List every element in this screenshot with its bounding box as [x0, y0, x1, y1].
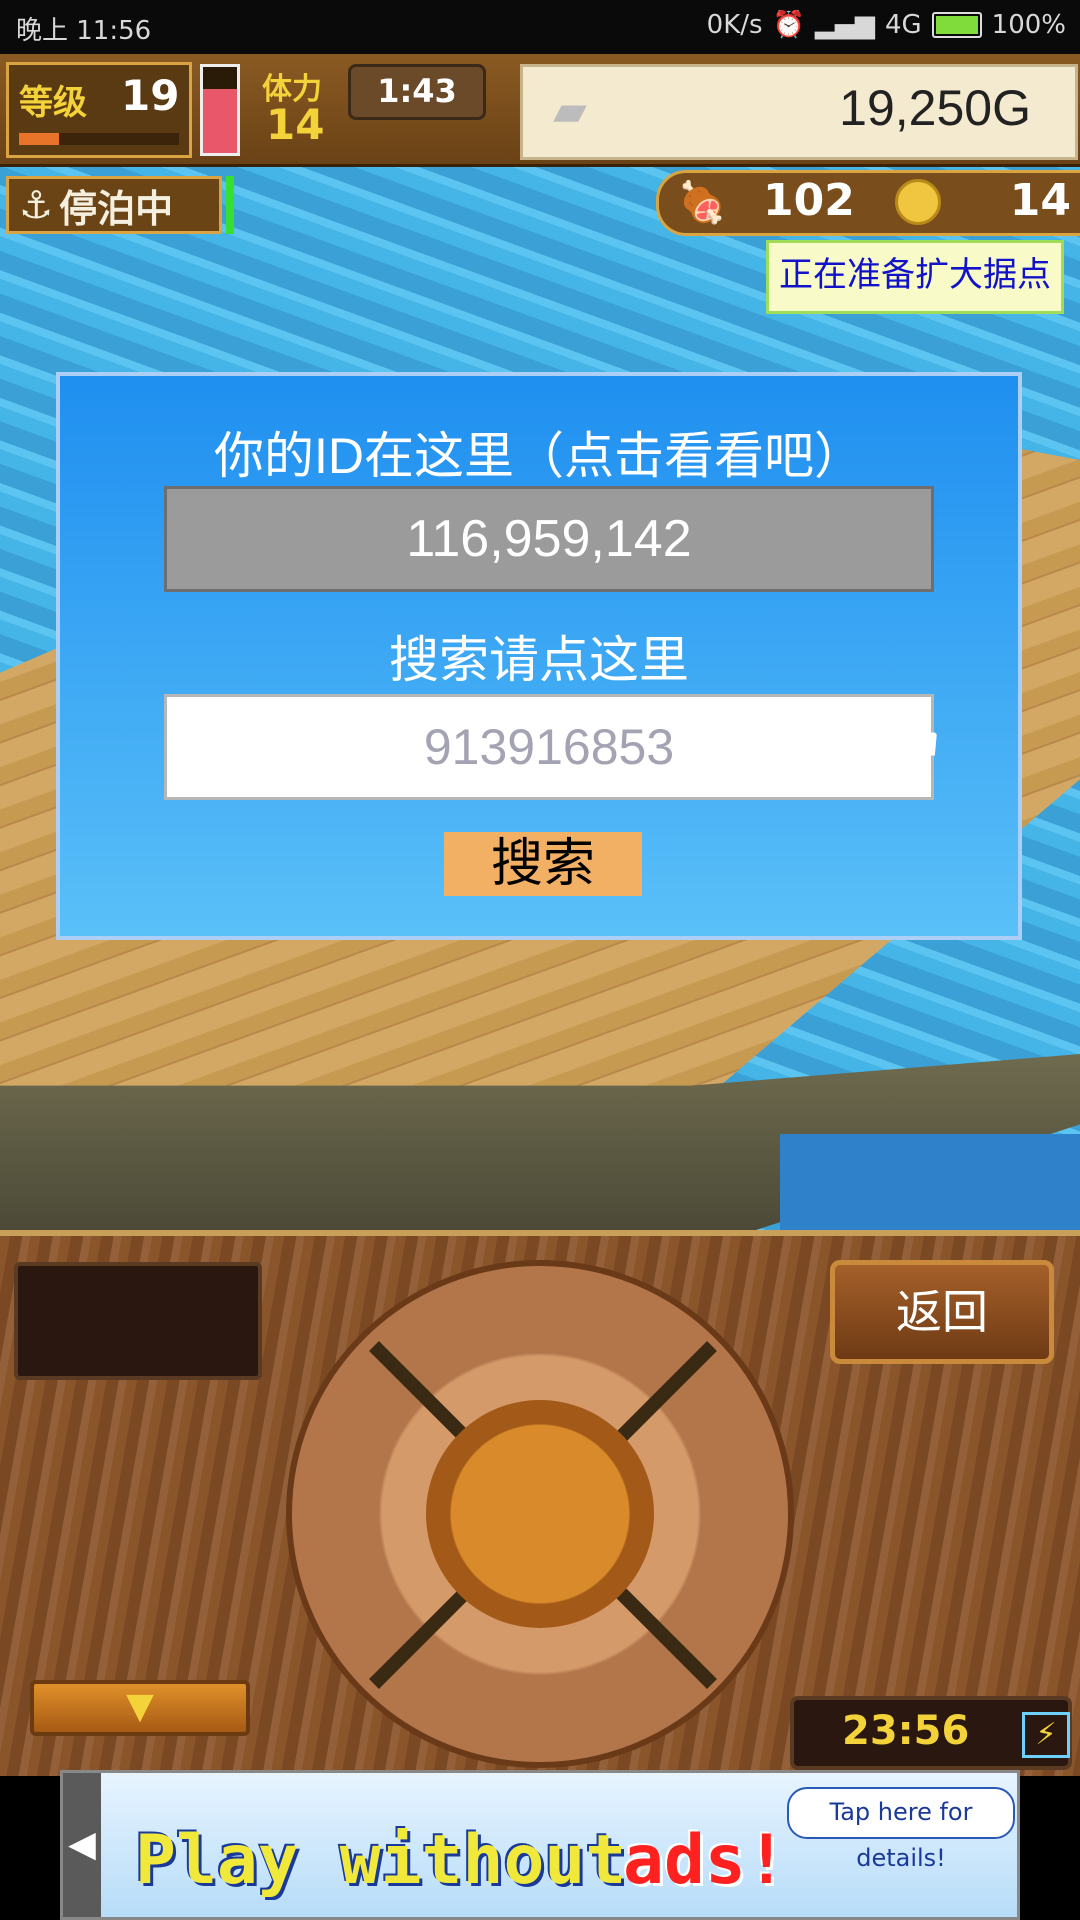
ad-details-tip[interactable]: Tap here for details!: [787, 1787, 1015, 1872]
silver-ingot-icon: ▰: [553, 85, 587, 136]
money-value: 19,250G: [839, 80, 1031, 136]
money-panel: ▰ 19,250G: [520, 64, 1078, 160]
net-speed: 0K/s: [706, 10, 763, 40]
down-arrow-button[interactable]: ▼: [30, 1680, 250, 1736]
search-input[interactable]: [164, 694, 934, 800]
dock-indicator: [226, 176, 234, 234]
expand-base-notice[interactable]: 正在准备扩大据点: [766, 240, 1064, 314]
status-time: 晚上 11:56: [16, 16, 152, 46]
dock-status-badge: ⚓ 停泊中: [6, 176, 222, 234]
battery-icon: [931, 12, 982, 38]
stamina-gauge-fill: [203, 88, 237, 153]
dock-status-label: 停泊中: [59, 186, 174, 231]
top-hud: 等级 19 体力 14 1:43 ▰ 19,250G: [0, 54, 1080, 167]
ad-banner[interactable]: ◀ Play without ads! Tap here for details…: [60, 1770, 1020, 1920]
user-id-field[interactable]: 116,959,142: [164, 486, 934, 592]
signal-icon: ▂▄▆: [814, 10, 875, 40]
ad-headline-ads: ads!: [623, 1821, 787, 1900]
ad-collapse-arrow-icon[interactable]: ◀: [63, 1773, 101, 1917]
level-label: 等级: [19, 83, 87, 123]
level-value: 19: [121, 71, 180, 120]
level-progress-bar: [19, 133, 179, 145]
pointing-hand-icon: ☚: [896, 715, 941, 773]
battery-percent: 100%: [991, 10, 1066, 40]
control-panel: 返回 ▼ 23:56 ⚡: [0, 1230, 1080, 1776]
ship-wheel-dial[interactable]: [286, 1260, 794, 1768]
id-search-dialog: 你的ID在这里（点击看看吧） 116,959,142 搜索请点这里 ☚ 搜索: [56, 372, 1022, 940]
stamina-timer: 1:43: [348, 64, 486, 120]
level-panel: 等级 19: [6, 62, 192, 158]
game-clock: 23:56: [842, 1708, 970, 1754]
meat-icon: 🍖: [677, 180, 727, 226]
coin-value: 14: [1009, 175, 1071, 226]
alarm-icon: ⏰: [772, 10, 805, 40]
anchor-icon: ⚓: [19, 183, 54, 227]
resource-bar: 🍖 102 14: [656, 170, 1080, 236]
coin-icon: [895, 179, 941, 225]
status-bar: 晚上 11:56 0K/s ⏰ ▂▄▆ 4G 100%: [0, 0, 1080, 54]
ad-headline: Play without: [135, 1821, 627, 1900]
battery-charge-icon: ⚡: [1022, 1712, 1070, 1758]
search-prompt: 搜索请点这里: [389, 632, 689, 688]
dialog-title: 你的ID在这里（点击看看吧）: [214, 428, 864, 484]
panel-display: [14, 1262, 262, 1380]
search-button[interactable]: 搜索: [444, 832, 642, 896]
stamina-value: 14: [266, 100, 325, 149]
wheel-center-button[interactable]: [426, 1400, 654, 1628]
back-button[interactable]: 返回: [830, 1260, 1054, 1364]
level-progress-fill: [19, 133, 59, 145]
food-value: 102: [763, 175, 855, 226]
sea-corner: [780, 1134, 1080, 1230]
stamina-gauge: [200, 64, 240, 156]
status-icons: 0K/s ⏰ ▂▄▆ 4G 100%: [707, 10, 1066, 40]
game-clock-panel: 23:56 ⚡: [790, 1696, 1072, 1770]
network-type: 4G: [884, 10, 922, 40]
